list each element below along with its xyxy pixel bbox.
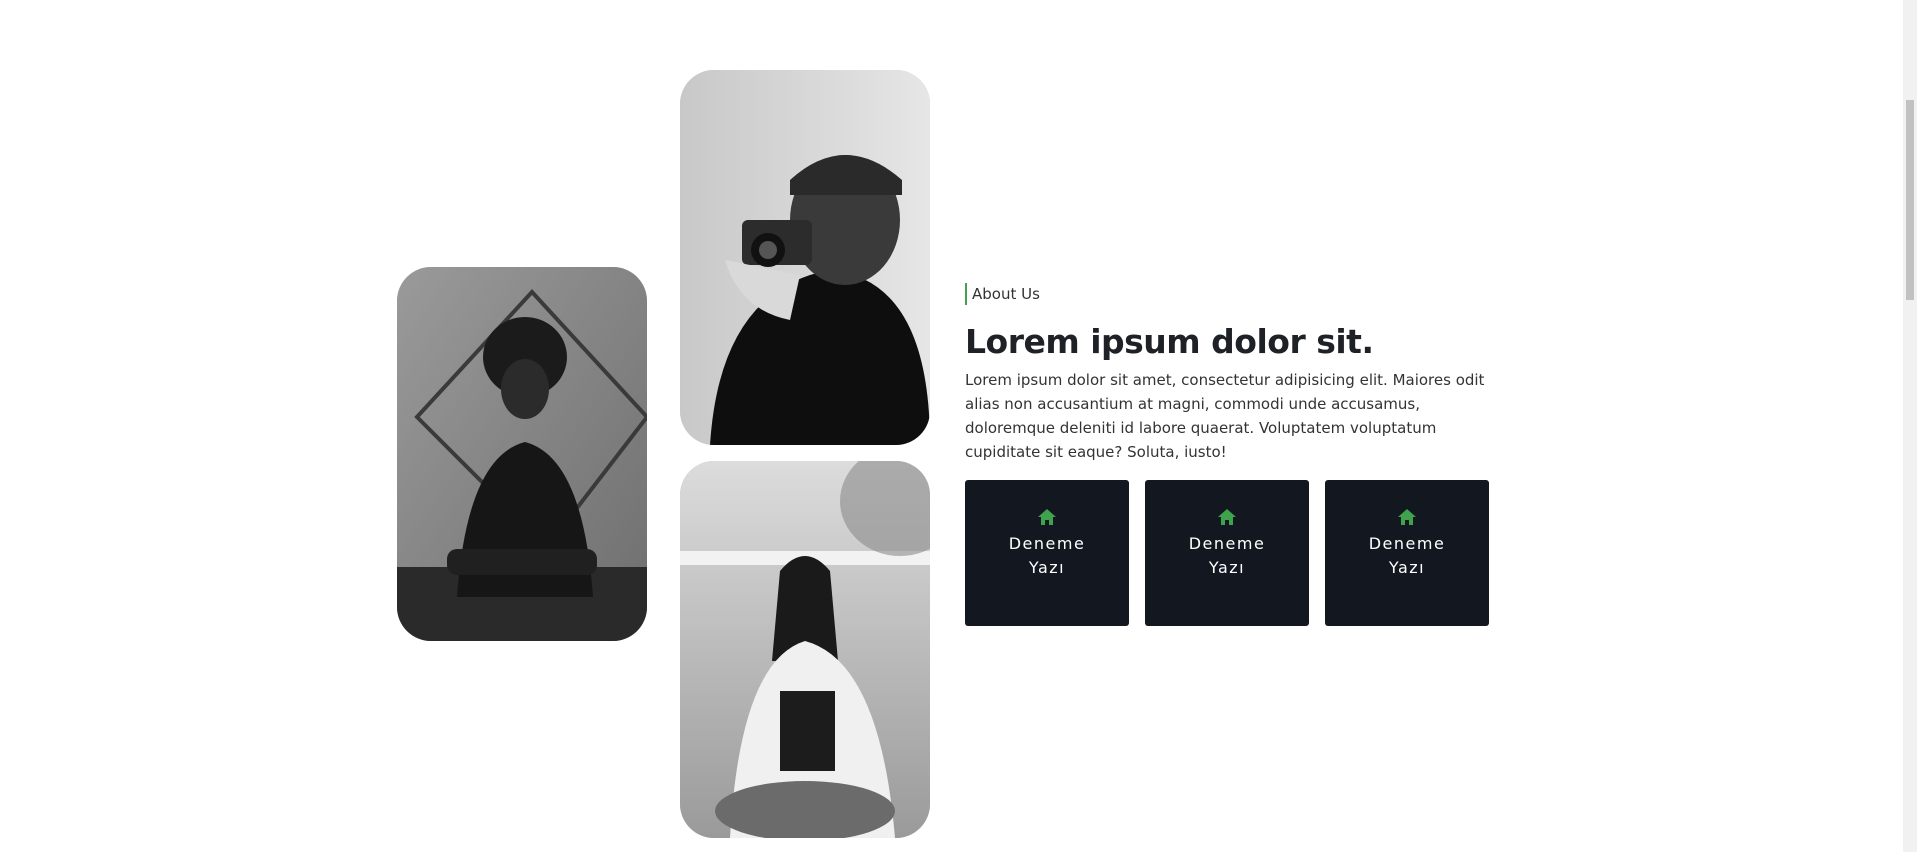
woman-sitting-image [680,461,930,838]
home-icon [1038,509,1056,525]
feature-card-label: Deneme Yazı [1368,534,1446,577]
home-icon [1218,509,1236,525]
vertical-scrollbar[interactable] [1903,0,1917,852]
section-title: Lorem ipsum dolor sit. [965,322,1374,361]
woman-portrait-image [397,267,647,641]
about-content: About Us Lorem ipsum dolor sit. Lorem ip… [965,283,1505,464]
feature-card[interactable]: Deneme Yazı [1325,480,1489,626]
feature-cards: Deneme Yazı Deneme Yazı Deneme Yazı [965,480,1489,626]
home-icon [1398,509,1416,525]
feature-card[interactable]: Deneme Yazı [965,480,1129,626]
scrollbar-thumb[interactable] [1906,100,1914,300]
feature-card-label: Deneme Yazı [1188,534,1266,577]
feature-card-label: Deneme Yazı [1008,534,1086,577]
feature-card[interactable]: Deneme Yazı [1145,480,1309,626]
section-eyebrow: About Us [965,283,1040,305]
photographer-portrait-image [680,70,930,445]
section-description: Lorem ipsum dolor sit amet, consectetur … [965,371,1485,461]
about-section: About Us Lorem ipsum dolor sit. Lorem ip… [0,0,1917,852]
